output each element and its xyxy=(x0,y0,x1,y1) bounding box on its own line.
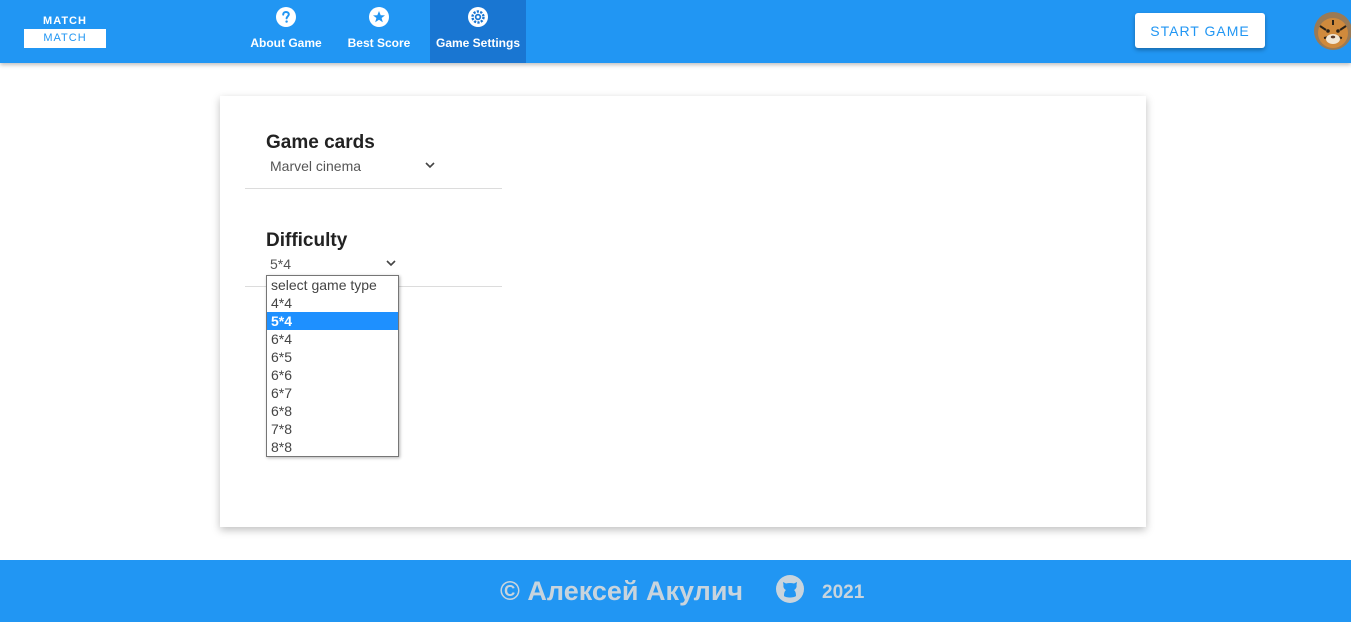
start-game-button[interactable]: START GAME xyxy=(1135,13,1265,48)
nav-game-settings[interactable]: Game Settings xyxy=(430,0,526,63)
difficulty-dropdown-list: select game type 4*4 5*4 6*4 6*5 6*6 6*7… xyxy=(266,275,399,457)
chevron-down-icon xyxy=(386,260,396,267)
github-icon[interactable] xyxy=(775,574,805,604)
game-cards-title: Game cards xyxy=(266,132,375,153)
difficulty-title: Difficulty xyxy=(266,230,348,251)
dropdown-option[interactable]: 6*8 xyxy=(267,402,398,420)
dropdown-option[interactable]: 4*4 xyxy=(267,294,398,312)
settings-card: Game cards Marvel cinema Difficulty 5*4 … xyxy=(220,96,1146,527)
logo-top-text: MATCH xyxy=(43,15,87,27)
difficulty-select[interactable]: 5*4 xyxy=(270,256,291,272)
game-cards-select[interactable]: Marvel cinema xyxy=(270,158,361,174)
dropdown-option[interactable]: 8*8 xyxy=(267,438,398,456)
top-app-bar: MATCH MATCH About Game Best Score Game S… xyxy=(0,0,1351,63)
nav-best-score-label: Best Score xyxy=(347,36,411,50)
dropdown-option[interactable]: 6*4 xyxy=(267,330,398,348)
avatar[interactable] xyxy=(1314,12,1351,50)
logo-bottom-text: MATCH xyxy=(24,29,106,48)
nav-game-settings-label: Game Settings xyxy=(435,36,521,50)
footer: © Алексей Акулич 2021 xyxy=(0,560,1351,622)
nav-about-game[interactable]: About Game xyxy=(244,0,328,63)
help-circle-icon xyxy=(276,7,296,27)
logo[interactable]: MATCH MATCH xyxy=(24,13,106,48)
main-nav: About Game Best Score Game Settings xyxy=(244,0,526,63)
dropdown-option[interactable]: 7*8 xyxy=(267,420,398,438)
tiger-avatar-image xyxy=(1314,12,1351,50)
footer-year: 2021 xyxy=(822,582,865,603)
nav-best-score[interactable]: Best Score xyxy=(328,0,430,63)
dropdown-option[interactable]: 6*7 xyxy=(267,384,398,402)
dropdown-option[interactable]: select game type xyxy=(267,276,398,294)
chevron-down-icon xyxy=(425,162,435,169)
game-cards-field: Game cards Marvel cinema xyxy=(245,132,502,189)
footer-author: © Алексей Акулич xyxy=(500,576,744,606)
dropdown-option-selected[interactable]: 5*4 xyxy=(267,312,398,330)
star-circle-icon xyxy=(369,7,389,27)
gear-icon xyxy=(468,7,488,27)
nav-about-game-label: About Game xyxy=(250,36,322,50)
dropdown-option[interactable]: 6*5 xyxy=(267,348,398,366)
dropdown-option[interactable]: 6*6 xyxy=(267,366,398,384)
